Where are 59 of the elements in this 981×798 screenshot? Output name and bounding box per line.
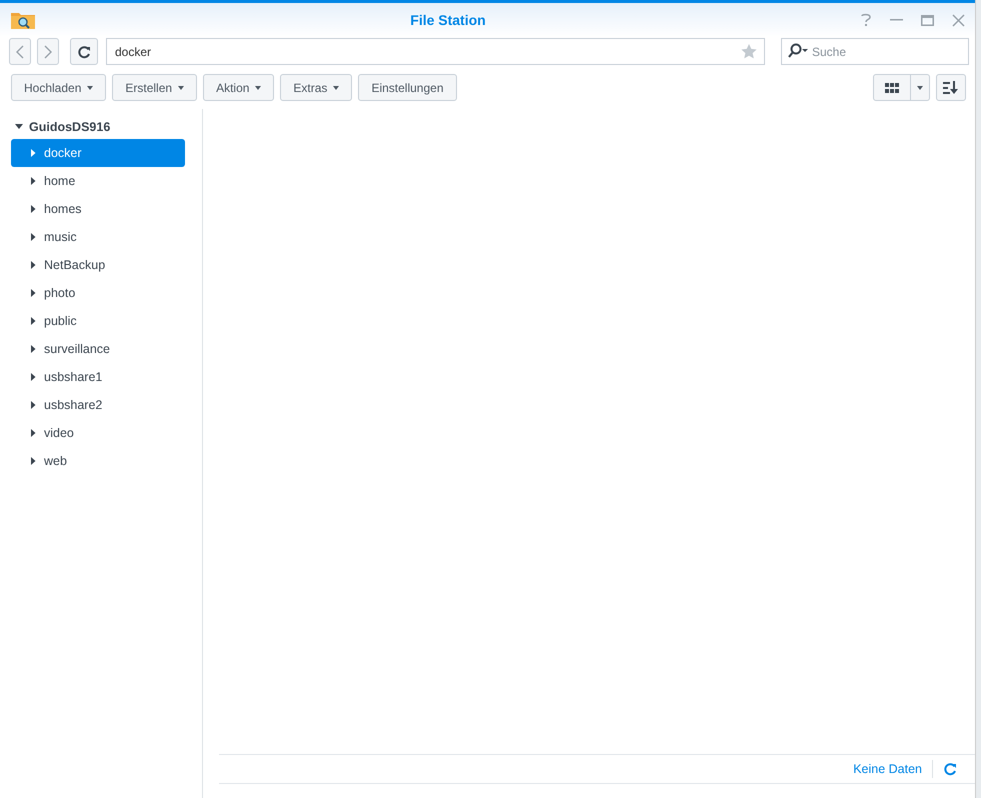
- status-text: Keine Daten: [853, 760, 922, 778]
- caret-right-icon: [31, 401, 36, 409]
- tree-item[interactable]: video: [11, 419, 185, 447]
- folder-search-icon: [10, 10, 36, 30]
- caret-icon: [87, 86, 94, 90]
- tree-item[interactable]: photo: [11, 279, 185, 307]
- maximize-icon[interactable]: [921, 14, 934, 26]
- menu-button[interactable]: Aktion: [203, 74, 274, 101]
- grid-icon: [885, 82, 899, 92]
- window-title: File Station: [409, 12, 487, 28]
- forward-button[interactable]: [37, 38, 59, 65]
- caret-right-icon: [31, 373, 36, 381]
- tree-item[interactable]: NetBackup: [11, 251, 185, 279]
- tree-root[interactable]: GuidosDS916: [11, 115, 202, 139]
- caret-icon: [178, 86, 184, 90]
- caret-right-icon: [31, 261, 36, 269]
- caret-right-icon: [31, 233, 36, 241]
- caret-right-icon: [31, 317, 36, 325]
- help-icon[interactable]: [860, 13, 872, 27]
- caret-right-icon: [31, 205, 36, 213]
- chevron-right-icon: [44, 44, 52, 58]
- tree-item[interactable]: usbshare1: [11, 363, 185, 391]
- tree-item[interactable]: usbshare2: [11, 391, 185, 419]
- star-icon[interactable]: [741, 44, 757, 59]
- chevron-left-icon: [16, 44, 24, 58]
- search-field[interactable]: Suche: [781, 38, 969, 65]
- tree-item[interactable]: surveillance: [11, 335, 185, 363]
- tree-item[interactable]: homes: [11, 195, 185, 223]
- refresh-button[interactable]: [70, 38, 98, 65]
- caret-right-icon: [31, 177, 36, 185]
- caret-right-icon: [31, 149, 36, 157]
- refresh-icon: [77, 44, 91, 58]
- toolbar-button[interactable]: Einstellungen: [358, 74, 456, 101]
- back-button[interactable]: [9, 38, 31, 65]
- tree-item[interactable]: docker: [11, 139, 185, 167]
- grid-view-button[interactable]: [873, 74, 911, 101]
- tree-item[interactable]: home: [11, 167, 185, 195]
- tree-item[interactable]: public: [11, 307, 185, 335]
- path-field[interactable]: docker: [106, 38, 765, 65]
- caret-right-icon: [31, 457, 36, 465]
- menu-button[interactable]: Hochladen: [11, 74, 106, 101]
- caret-right-icon: [31, 345, 36, 353]
- tree-item[interactable]: web: [11, 447, 185, 475]
- caret-icon: [333, 86, 340, 90]
- menu-button[interactable]: Erstellen: [112, 74, 198, 101]
- sort-icon: [943, 80, 959, 94]
- view-dropdown-button[interactable]: [911, 74, 930, 101]
- tree-item[interactable]: music: [11, 223, 185, 251]
- caret-right-icon: [31, 429, 36, 437]
- sort-button[interactable]: [936, 74, 966, 101]
- close-icon[interactable]: [952, 14, 965, 26]
- caret-icon: [917, 86, 923, 90]
- caret-down-icon: [15, 124, 23, 130]
- minimize-icon[interactable]: [890, 18, 903, 22]
- search-icon[interactable]: [787, 43, 809, 59]
- caret-icon: [255, 86, 262, 90]
- refresh-icon[interactable]: [943, 762, 957, 776]
- caret-right-icon: [31, 289, 36, 297]
- menu-button[interactable]: Extras: [280, 74, 352, 101]
